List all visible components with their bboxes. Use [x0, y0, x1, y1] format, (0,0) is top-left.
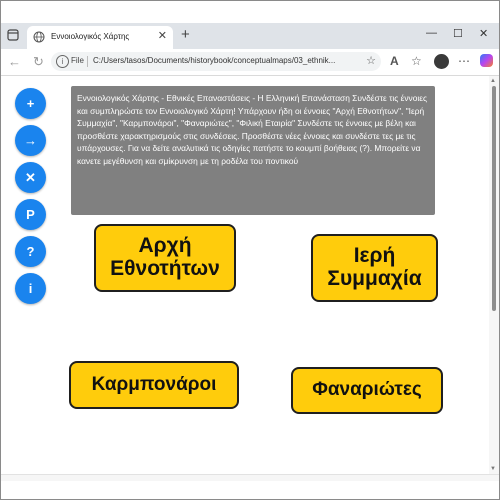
vertical-scrollbar[interactable]: ▲ ▼ — [489, 76, 499, 474]
concept-map-canvas[interactable]: + → ✕ P ? i Εννοιολογικός Χάρτης - Εθνικ… — [1, 76, 489, 474]
p-button[interactable]: P — [15, 199, 46, 230]
tab-strip: Εννοιολογικός Χάρτης ✕ + — ☐ ✕ — [1, 23, 499, 49]
add-concept-button[interactable]: + — [15, 88, 46, 119]
window-menu-icon[interactable] — [7, 29, 19, 41]
info-button[interactable]: i — [15, 273, 46, 304]
reading-mode-icon[interactable]: A — [390, 54, 399, 68]
address-bar[interactable]: i File C:/Users/tasos/Documents/historyb… — [51, 52, 381, 71]
reload-button[interactable]: ↻ — [33, 54, 44, 70]
restore-button[interactable]: ☐ — [453, 27, 463, 40]
concept-fanariotes[interactable]: Φαναριώτες — [291, 367, 443, 414]
tab-title: Εννοιολογικός Χάρτης — [51, 32, 130, 41]
help-button[interactable]: ? — [15, 236, 46, 267]
tab-close-icon[interactable]: ✕ — [158, 29, 167, 42]
concept-karmponaroi[interactable]: Καρμπονάροι — [69, 361, 239, 409]
instructions-panel: Εννοιολογικός Χάρτης - Εθνικές Επαναστάσ… — [71, 86, 435, 215]
scrollbar-thumb[interactable] — [492, 86, 496, 311]
scroll-down-icon[interactable]: ▼ — [490, 466, 496, 472]
profile-avatar[interactable] — [434, 54, 449, 69]
favorite-star-icon[interactable]: ☆ — [366, 54, 376, 67]
browser-tab[interactable]: Εννοιολογικός Χάρτης ✕ — [27, 26, 173, 49]
url-text[interactable]: C:/Users/tasos/Documents/historybook/con… — [93, 56, 363, 65]
back-button[interactable]: ← — [8, 54, 21, 69]
new-tab-button[interactable]: + — [181, 26, 190, 43]
horizontal-scrollbar[interactable] — [1, 474, 499, 481]
concept-arxi-ethnotiton[interactable]: Αρχή Εθνοτήτων — [94, 224, 236, 292]
address-divider — [87, 56, 88, 67]
copilot-icon[interactable] — [480, 54, 493, 67]
globe-icon — [33, 31, 45, 43]
scheme-label: File — [71, 56, 84, 65]
site-info-icon[interactable]: i — [56, 55, 69, 68]
delete-button[interactable]: ✕ — [15, 162, 46, 193]
scroll-up-icon[interactable]: ▲ — [490, 78, 496, 84]
browser-window: Εννοιολογικός Χάρτης ✕ + — ☐ ✕ ← ↻ i Fil… — [0, 0, 500, 500]
minimize-button[interactable]: — — [426, 27, 437, 39]
close-window-button[interactable]: ✕ — [479, 27, 488, 40]
favorites-icon[interactable]: ☆ — [411, 54, 422, 68]
connect-button[interactable]: → — [15, 125, 46, 156]
concept-ieri-symmaxia[interactable]: Ιερή Συμμαχία — [311, 234, 438, 302]
more-icon[interactable]: ⋯ — [458, 54, 470, 68]
navigation-bar: ← ↻ i File C:/Users/tasos/Documents/hist… — [1, 49, 499, 76]
